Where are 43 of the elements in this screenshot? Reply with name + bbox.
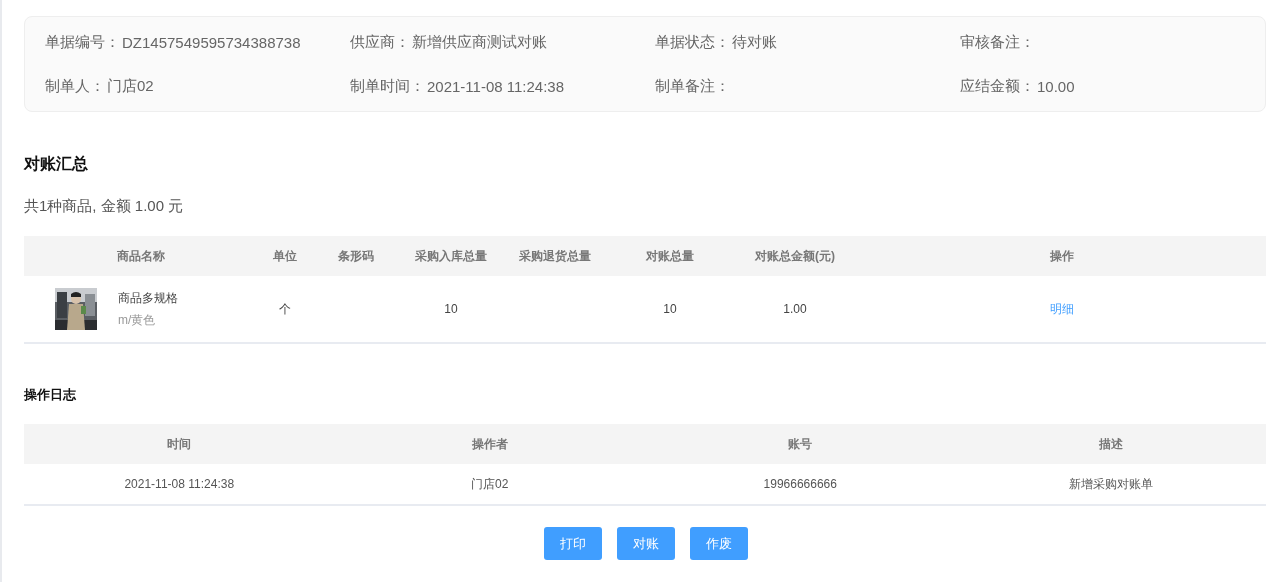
field-label: 应结金额： (960, 76, 1035, 96)
table-cell-text: 门店02 (470, 475, 510, 493)
field-value: 新增供应商测试对账 (412, 32, 547, 52)
column-header: 时间 (166, 435, 193, 453)
field-value: 2021-11-08 11:24:38 (427, 77, 565, 95)
product-spec: m/黄色 (118, 311, 157, 329)
column-header: 商品名称 (116, 247, 166, 265)
action-button[interactable]: 打印 (544, 527, 602, 560)
section-title: 操作日志 (24, 386, 77, 404)
section-title: 对账汇总 (24, 154, 89, 174)
table-cell-text: 个 (278, 300, 292, 318)
detail-link[interactable]: 明细 (1050, 301, 1074, 316)
column-header: 采购入库总量 (414, 247, 488, 265)
table-cell-text: 1.00 (782, 302, 808, 316)
column-header: 对账总量 (645, 247, 695, 265)
table-cell-text: 19966666666 (762, 477, 838, 491)
field-label: 审核备注： (960, 32, 1035, 52)
column-header: 采购退货总量 (518, 247, 592, 265)
field-value: DZ1457549595734388738 (122, 33, 301, 51)
table-cell-text: 新增采购对账单 (1067, 475, 1154, 493)
column-header: 单位 (272, 247, 298, 265)
column-header: 条形码 (337, 247, 375, 265)
table-cell-text: 10 (443, 302, 459, 316)
field-label: 制单时间： (350, 76, 425, 96)
column-header: 操作者 (470, 435, 509, 453)
field-label: 制单备注： (655, 76, 730, 96)
column-header: 对账总金额(元) (754, 247, 836, 265)
field-label: 供应商： (350, 32, 410, 52)
column-header: 账号 (787, 435, 814, 453)
field-label: 单据编号： (45, 32, 120, 52)
column-header: 操作 (1049, 247, 1075, 265)
product-name: 商品多规格 (118, 289, 178, 307)
table-cell-text: 2021-11-08 11:24:38 (123, 477, 236, 491)
action-button[interactable]: 作废 (690, 527, 748, 560)
column-header: 描述 (1097, 435, 1124, 453)
field-value: 门店02 (107, 76, 154, 96)
table-cell-text: 10 (662, 302, 678, 316)
summary-text: 共1种商品, 金额 1.00 元 (24, 197, 185, 216)
action-button[interactable]: 对账 (617, 527, 675, 560)
field-value: 待对账 (732, 32, 777, 52)
field-value: 10.00 (1037, 77, 1075, 95)
field-label: 制单人： (45, 76, 105, 96)
field-label: 单据状态： (655, 32, 730, 52)
